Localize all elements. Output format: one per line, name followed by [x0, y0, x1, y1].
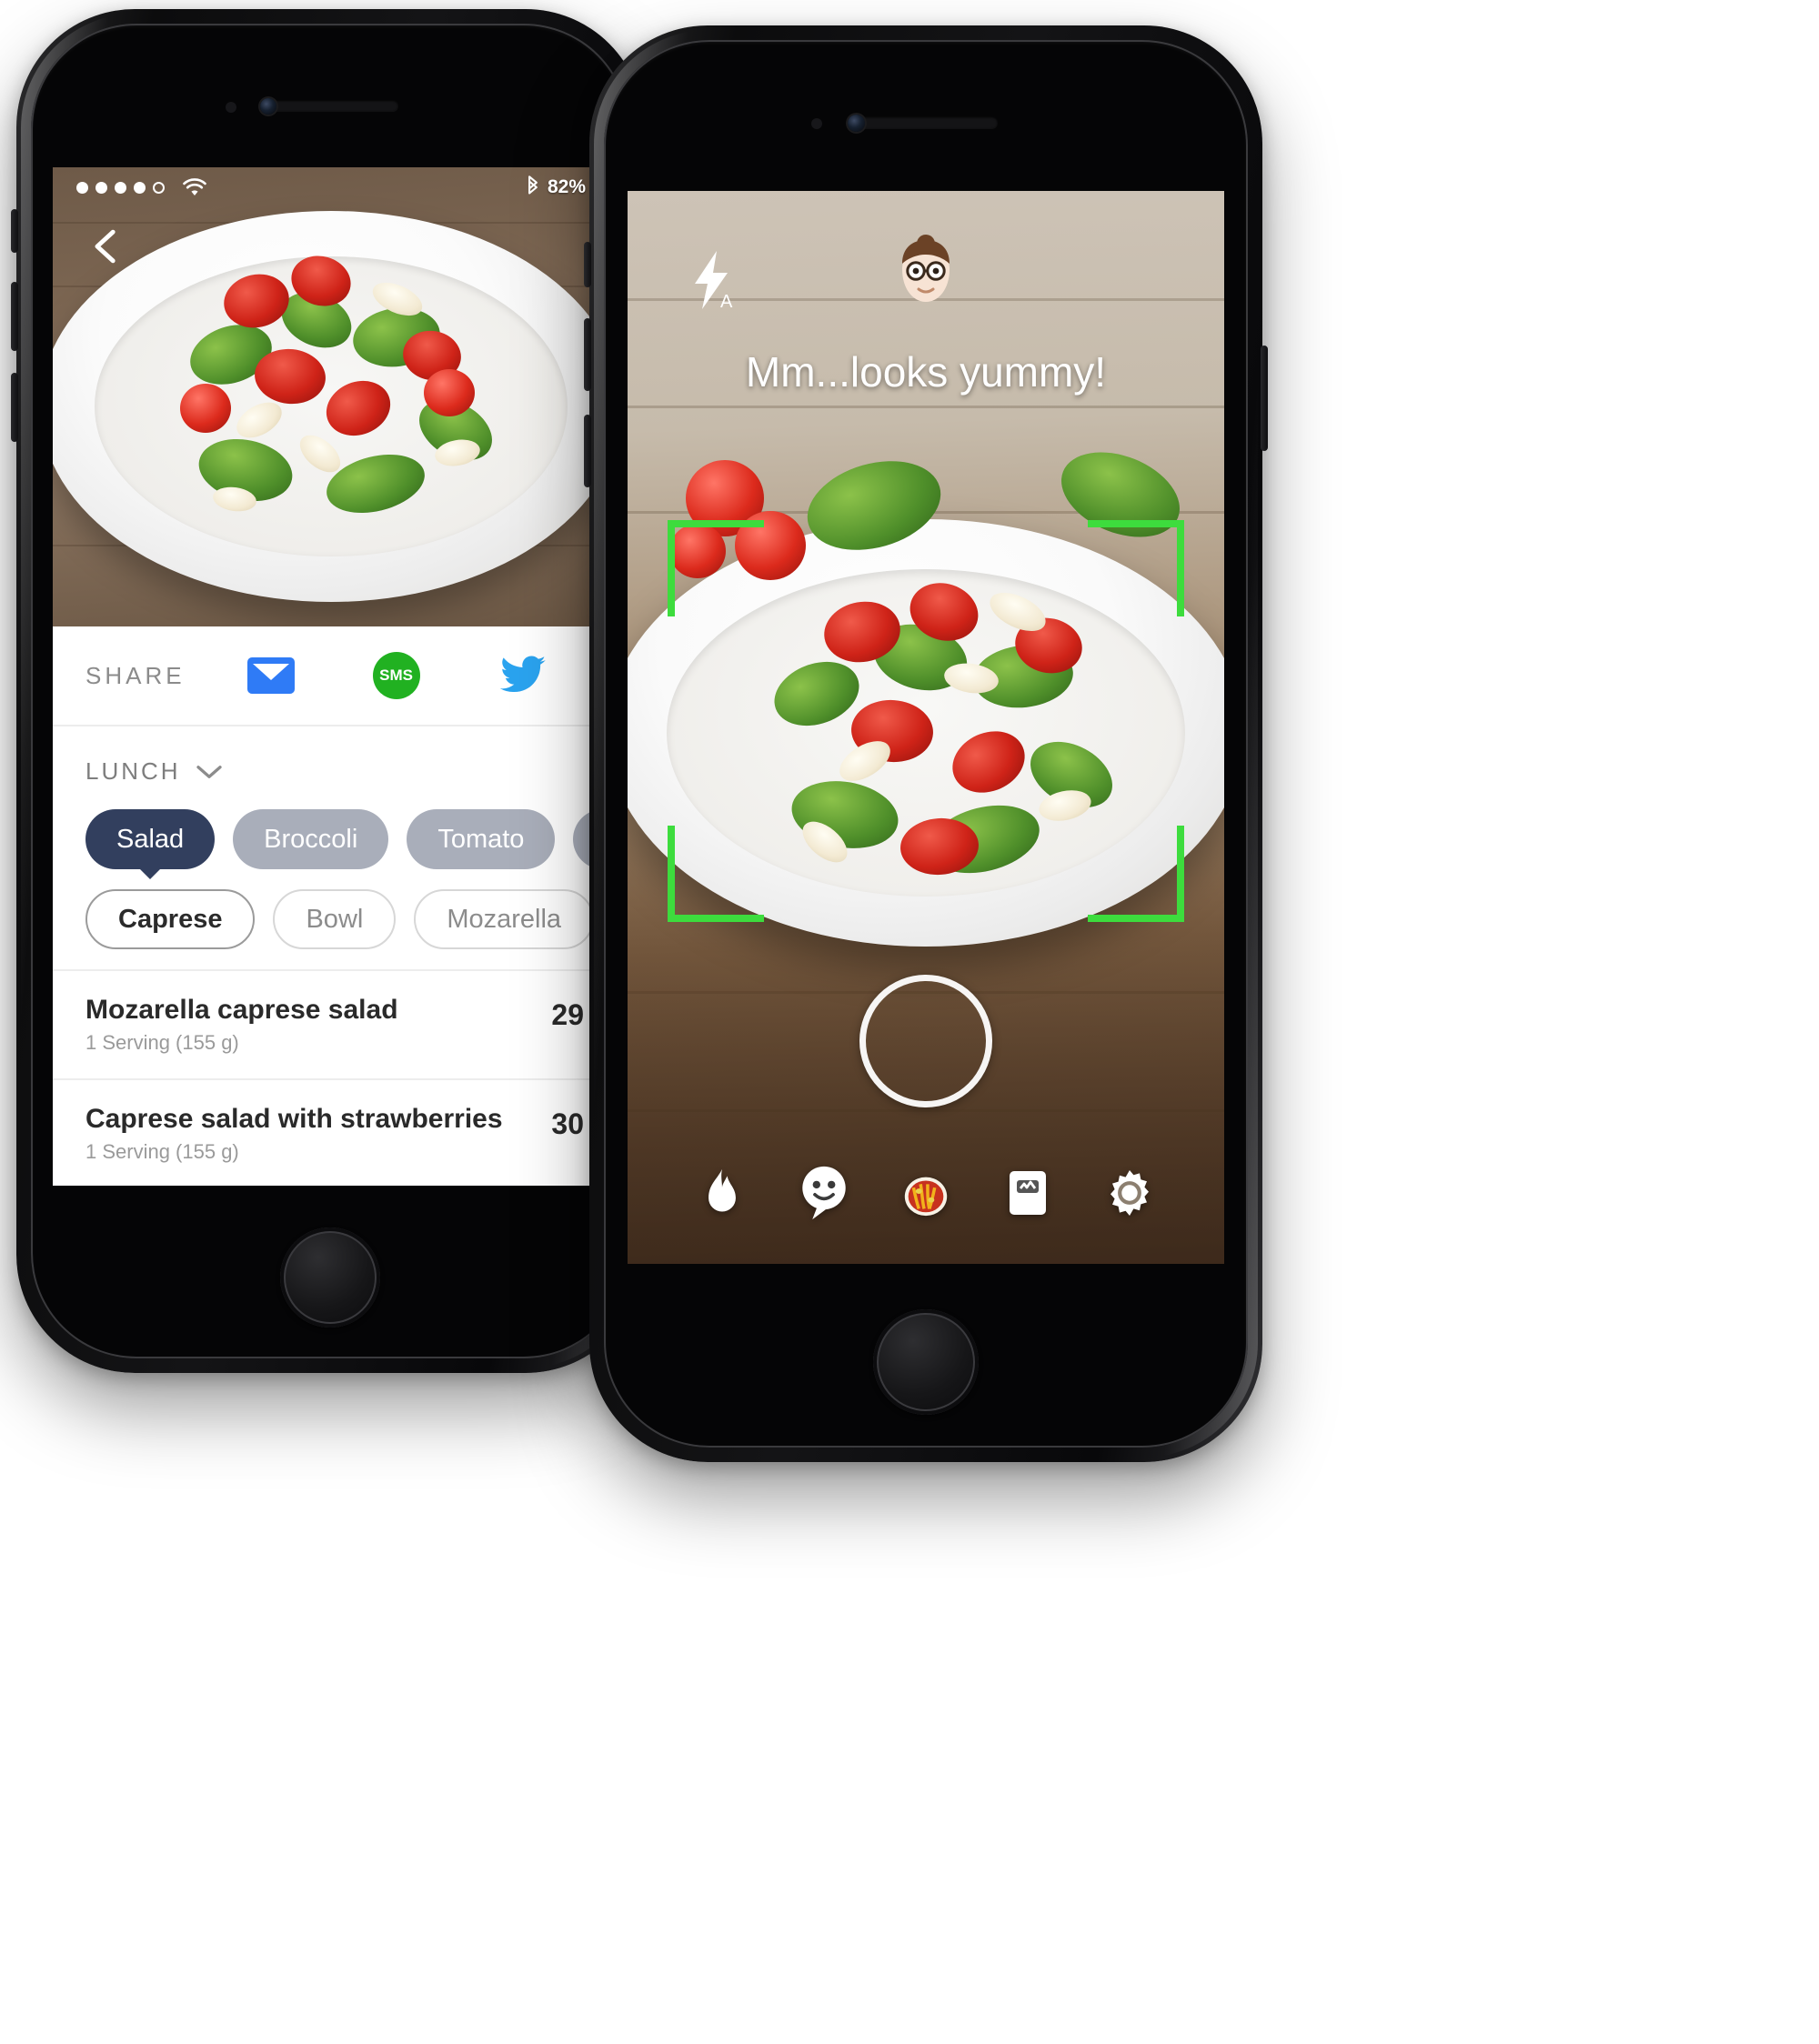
viewfinder-bracket-top-right	[1088, 520, 1184, 616]
tag-pill-mozarella[interactable]: Mozarella	[414, 889, 595, 949]
power-button[interactable]	[1261, 346, 1268, 451]
left-phone-bezel: 82% SHARE SMS LUNCH Salad Broccoli Tomat…	[31, 24, 629, 1358]
food-serving: 1 Serving (155 g)	[85, 1031, 239, 1054]
food-calories: 29	[551, 998, 584, 1031]
right-phone-bezel: A Mm...looks yummy!	[604, 40, 1248, 1448]
front-camera	[848, 115, 865, 132]
left-phone-device: 82% SHARE SMS LUNCH Salad Broccoli Tomat…	[11, 9, 649, 1373]
food-calories: 30	[551, 1107, 584, 1140]
camera-viewfinder[interactable]: A Mm...looks yummy!	[628, 191, 1224, 1264]
tag-pill-salad[interactable]: Salad	[85, 809, 216, 869]
bluetooth-icon	[528, 175, 538, 195]
tag-pill-broccoli[interactable]: Broccoli	[233, 809, 389, 869]
front-camera	[260, 98, 276, 115]
gear-icon[interactable]	[1099, 1162, 1161, 1224]
meal-section: LUNCH Salad Broccoli Tomato Veggies	[53, 726, 609, 1186]
volume-down-button[interactable]	[584, 415, 591, 487]
share-row: SHARE SMS f	[53, 626, 609, 726]
status-bar: 82%	[53, 167, 609, 207]
signal-dot	[95, 181, 107, 194]
food-title: Caprese salad with strawberries	[85, 1104, 503, 1134]
food-title: Mozarella caprese salad	[85, 995, 398, 1025]
tag-pill-bowl[interactable]: Bowl	[273, 889, 397, 949]
flame-icon[interactable]	[691, 1162, 753, 1224]
right-phone-screen: A Mm...looks yummy!	[628, 191, 1224, 1264]
food-serving: 1 Serving (155 g)	[85, 1140, 239, 1163]
volume-down-button[interactable]	[11, 373, 18, 442]
camera-toolbar	[628, 1162, 1224, 1224]
mail-icon[interactable]	[246, 657, 295, 694]
chevron-down-icon[interactable]	[196, 763, 223, 781]
volume-up-button[interactable]	[11, 282, 18, 351]
meal-photo[interactable]: 82%	[53, 167, 609, 626]
food-result-list: Mozarella caprese salad 1 Serving (155 g…	[53, 969, 609, 1186]
right-phone-device: A Mm...looks yummy!	[584, 25, 1268, 1462]
signal-dot	[134, 181, 146, 194]
screenshot-stage: 82% SHARE SMS LUNCH Salad Broccoli Tomat…	[0, 0, 1819, 2044]
tag-row-secondary: Caprese Bowl Mozarella Pesto T	[53, 889, 609, 949]
mute-switch[interactable]	[11, 209, 18, 253]
shutter-button[interactable]	[859, 975, 992, 1107]
meal-label: LUNCH	[85, 757, 181, 785]
wifi-icon	[183, 178, 206, 195]
tag-row-primary: Salad Broccoli Tomato Veggies	[53, 809, 609, 869]
twitter-icon[interactable]	[498, 655, 548, 696]
battery-percent-label: 82%	[547, 176, 586, 197]
viewfinder-bracket-top-left	[668, 520, 764, 616]
volume-up-button[interactable]	[584, 318, 591, 391]
mute-switch[interactable]	[584, 242, 591, 287]
flash-mode-label: A	[720, 292, 733, 311]
flash-auto-icon[interactable]: A	[686, 249, 737, 311]
tag-pill-tomato[interactable]: Tomato	[407, 809, 556, 869]
meal-selector[interactable]: LUNCH	[53, 757, 609, 809]
proximity-sensor	[226, 102, 236, 113]
assistant-caption: Mm...looks yummy!	[745, 348, 1107, 396]
list-item[interactable]: Mozarella caprese salad 1 Serving (155 g…	[53, 971, 609, 1080]
list-item[interactable]: Caprese salad with strawberries 1 Servin…	[53, 1080, 609, 1186]
scale-icon[interactable]	[997, 1162, 1059, 1224]
signal-dot	[115, 181, 126, 194]
assistant-avatar-icon[interactable]	[891, 233, 960, 316]
signal-dot	[76, 181, 88, 194]
home-button[interactable]	[873, 1309, 979, 1415]
earpiece-speaker	[854, 116, 998, 128]
left-phone-screen: 82% SHARE SMS LUNCH Salad Broccoli Tomat…	[53, 167, 609, 1186]
signal-dot-empty	[153, 181, 165, 194]
home-button[interactable]	[280, 1227, 380, 1328]
viewfinder-bracket-bottom-right	[1088, 826, 1184, 922]
sms-icon[interactable]: SMS	[372, 652, 420, 699]
earpiece-speaker	[262, 100, 398, 111]
tag-pill-caprese[interactable]: Caprese	[85, 889, 256, 949]
back-chevron-icon[interactable]	[85, 225, 127, 267]
proximity-sensor	[811, 118, 822, 129]
share-label: SHARE	[85, 661, 186, 689]
smiley-face-icon[interactable]	[793, 1162, 855, 1224]
viewfinder-bracket-bottom-left	[668, 826, 764, 922]
food-bowl-icon[interactable]	[895, 1162, 957, 1224]
